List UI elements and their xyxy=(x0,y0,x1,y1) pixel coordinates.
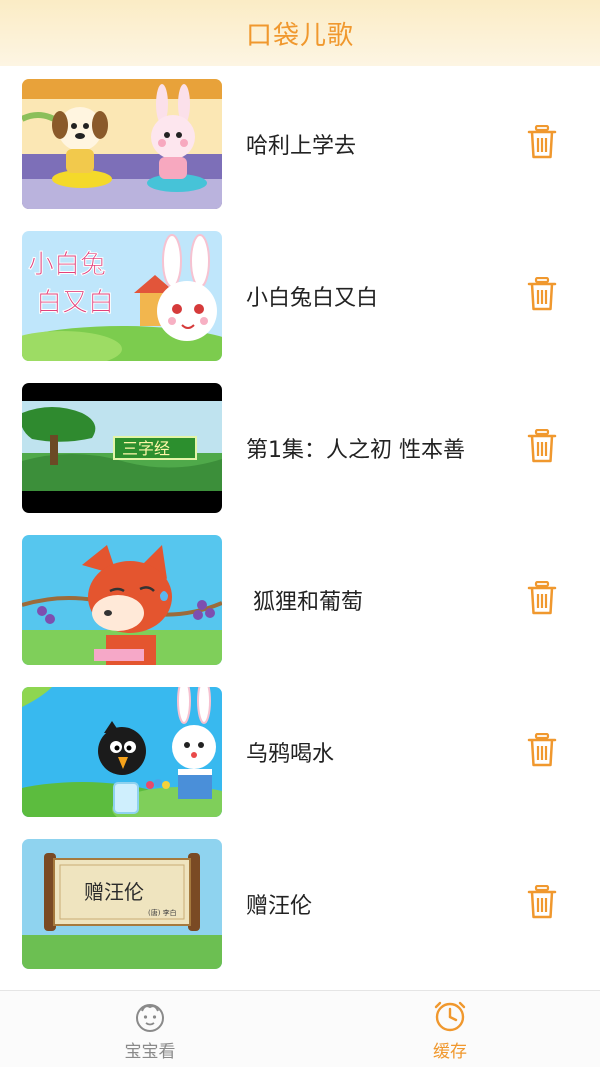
list-item[interactable]: 狐狸和葡萄 xyxy=(0,522,600,674)
item-title: 小白兔白又白 xyxy=(246,286,379,311)
thumbnail-caption: 赠汪伦 xyxy=(84,880,144,904)
video-thumbnail[interactable]: 赠汪伦 (唐) 李白 xyxy=(22,839,222,969)
cache-list: 哈利上学去 小白兔 白又白 小白兔白又白 三字经 第1集：人之初 性本善 狐狸和… xyxy=(0,66,600,991)
tab-cache[interactable]: 缓存 xyxy=(300,991,600,1067)
trash-icon[interactable] xyxy=(527,277,557,311)
video-thumbnail[interactable]: 三字经 xyxy=(22,383,222,513)
list-item[interactable]: 三字经 第1集：人之初 性本善 xyxy=(0,370,600,522)
trash-icon[interactable] xyxy=(527,733,557,767)
header-bar: 口袋儿歌 xyxy=(0,0,600,66)
bottom-tab-bar: 宝宝看 缓存 xyxy=(0,990,600,1067)
item-title: 哈利上学去 xyxy=(246,134,357,159)
tab-baobaokan[interactable]: 宝宝看 xyxy=(0,991,300,1067)
tab-label: 宝宝看 xyxy=(124,1042,176,1062)
svg-text:白又白: 白又白 xyxy=(36,288,114,318)
tab-label: 缓存 xyxy=(433,1042,467,1062)
trash-icon[interactable] xyxy=(527,885,557,919)
item-title: 第1集：人之初 性本善 xyxy=(246,438,465,463)
svg-text:三字经: 三字经 xyxy=(122,439,170,458)
video-thumbnail[interactable] xyxy=(22,535,222,665)
baby-face-icon xyxy=(136,1004,164,1032)
video-thumbnail[interactable] xyxy=(22,687,222,817)
trash-icon[interactable] xyxy=(527,125,557,159)
list-item[interactable]: 乌鸦喝水 xyxy=(0,674,600,826)
item-title: 赠汪伦 xyxy=(246,894,313,919)
list-item[interactable]: 哈利上学去 xyxy=(0,66,600,218)
thumbnail-image-scroll: 赠汪伦 (唐) 李白 xyxy=(22,839,222,969)
video-thumbnail[interactable]: 小白兔 白又白 xyxy=(22,231,222,361)
thumbnail-image-white-rabbit: 小白兔 白又白 xyxy=(22,231,222,361)
svg-text:小白兔: 小白兔 xyxy=(28,250,106,280)
video-thumbnail[interactable] xyxy=(22,79,222,209)
thumbnail-image-dog-rabbit xyxy=(22,79,222,209)
clock-icon xyxy=(434,1001,466,1032)
list-item[interactable]: 小白兔 白又白 小白兔白又白 xyxy=(0,218,600,370)
item-title: 乌鸦喝水 xyxy=(246,742,335,767)
list-item[interactable]: 赠汪伦 (唐) 李白 赠汪伦 xyxy=(0,826,600,978)
trash-icon[interactable] xyxy=(527,581,557,615)
trash-icon[interactable] xyxy=(527,429,557,463)
thumbnail-image-sanzijing: 三字经 xyxy=(22,383,222,513)
thumbnail-image-fox-grapes xyxy=(22,535,222,665)
item-title: 狐狸和葡萄 xyxy=(246,590,363,615)
thumbnail-image-crow-water xyxy=(22,687,222,817)
thumbnail-subcaption: (唐) 李白 xyxy=(148,908,177,917)
app: 口袋儿歌 哈利上学去 小白兔 白又白 小白兔白又白 三字经 第1集：人之初 性本… xyxy=(0,0,600,1067)
page-title: 口袋儿歌 xyxy=(245,20,354,51)
